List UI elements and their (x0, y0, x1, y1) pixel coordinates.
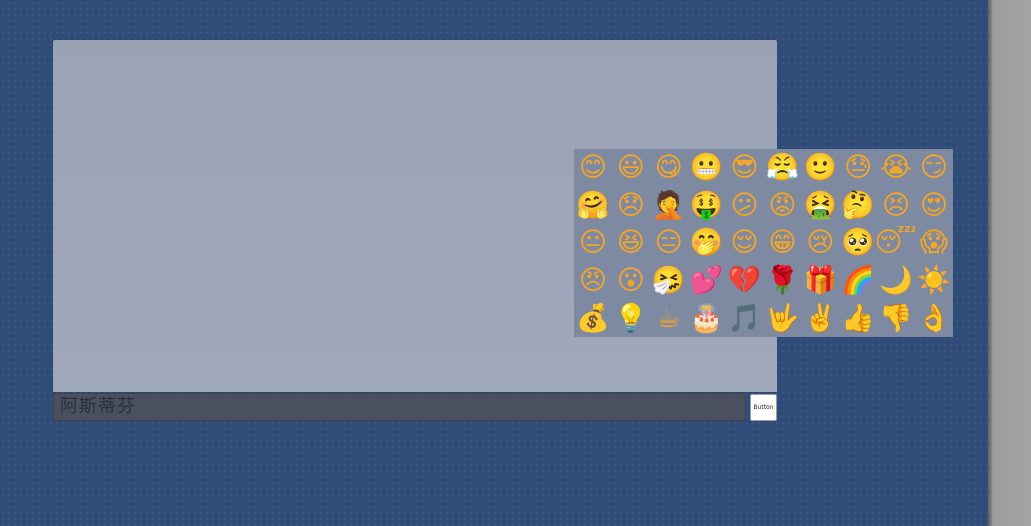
grimace-icon[interactable]: 😁 (763, 224, 801, 262)
relieved-icon[interactable]: 😌 (726, 224, 764, 262)
pouting-icon[interactable]: 😣 (877, 187, 915, 225)
send-button[interactable]: Button (750, 394, 777, 421)
angry-teeth-icon[interactable]: 😤 (763, 149, 801, 187)
shocked-icon[interactable]: 😮 (612, 262, 650, 300)
moon-night-icon[interactable]: 🌙 (877, 262, 915, 300)
scream-icon[interactable]: 😱 (915, 224, 953, 262)
tongue-out-icon[interactable]: 😋 (650, 149, 688, 187)
sneezing-icon[interactable]: 🤧 (650, 262, 688, 300)
cry-icon[interactable]: 😭 (877, 149, 915, 187)
gift-icon[interactable]: 🎁 (801, 262, 839, 300)
sweat-icon[interactable]: 😓 (839, 149, 877, 187)
furious-icon[interactable]: 😠 (574, 262, 612, 300)
smile-icon[interactable]: 😊 (574, 149, 612, 187)
vomit-icon[interactable]: 🤮 (801, 187, 839, 225)
thumbs-up-icon[interactable]: 👍 (839, 299, 877, 337)
grin-icon[interactable]: 😃 (612, 149, 650, 187)
lightbulb-icon[interactable]: 💡 (612, 299, 650, 337)
ok-hand-icon[interactable]: 👌 (915, 299, 953, 337)
sad-icon[interactable]: 😞 (612, 187, 650, 225)
facepalm-icon[interactable]: 🤦 (650, 187, 688, 225)
rainbow-icon[interactable]: 🌈 (839, 262, 877, 300)
cake-icon[interactable]: 🎂 (688, 299, 726, 337)
expressionless-icon[interactable]: 😐 (574, 224, 612, 262)
sunglasses-icon[interactable]: 😎 (726, 149, 764, 187)
confused-question-icon[interactable]: 😕 (726, 187, 764, 225)
thinking-icon[interactable]: 🤔 (839, 187, 877, 225)
covering-face-icon[interactable]: 🤭 (688, 224, 726, 262)
window-edge (988, 0, 1031, 526)
awkward-icon[interactable]: 😬 (688, 149, 726, 187)
laughing-icon[interactable]: 😆 (612, 224, 650, 262)
emoji-picker: 😊 😃 😋 😬 😎 😤 🙂 😓 😭 😏 🤗 😞 🤦 🤑 😕 😡 🤮 🤔 😣 😍 😐 😆 😑 🤭 😌 😁 😢 🥺 😴 😱 😠 😮 🤧 💕 💔 🌹 🎁 🌈 🌙 ☀… (574, 149, 953, 337)
broken-heart-icon[interactable]: 💔 (726, 262, 764, 300)
money-eyes-icon[interactable]: 🤑 (688, 187, 726, 225)
thumbs-down-icon[interactable]: 👎 (877, 299, 915, 337)
hug-icon[interactable]: 🤗 (574, 187, 612, 225)
shy-smile-icon[interactable]: 🙂 (801, 149, 839, 187)
sleepy-icon[interactable]: 😴 (877, 224, 915, 262)
victory-hand-icon[interactable]: ✌️ (801, 299, 839, 337)
sob-icon[interactable]: 😢 (801, 224, 839, 262)
music-notes-icon[interactable]: 🎵 (726, 299, 764, 337)
coffee-icon[interactable]: ☕ (650, 299, 688, 337)
blush-angry-icon[interactable]: 😡 (763, 187, 801, 225)
smirk-icon[interactable]: 😏 (915, 149, 953, 187)
sun-icon[interactable]: ☀️ (915, 262, 953, 300)
message-input[interactable]: 阿斯蒂芬 (53, 393, 746, 421)
hearts-icon[interactable]: 💕 (688, 262, 726, 300)
pleading-icon[interactable]: 🥺 (839, 224, 877, 262)
squint-icon[interactable]: 😑 (650, 224, 688, 262)
rose-icon[interactable]: 🌹 (763, 262, 801, 300)
heart-eyes-icon[interactable]: 😍 (915, 187, 953, 225)
coins-icon[interactable]: 💰 (574, 299, 612, 337)
rock-hand-icon[interactable]: 🤟 (763, 299, 801, 337)
